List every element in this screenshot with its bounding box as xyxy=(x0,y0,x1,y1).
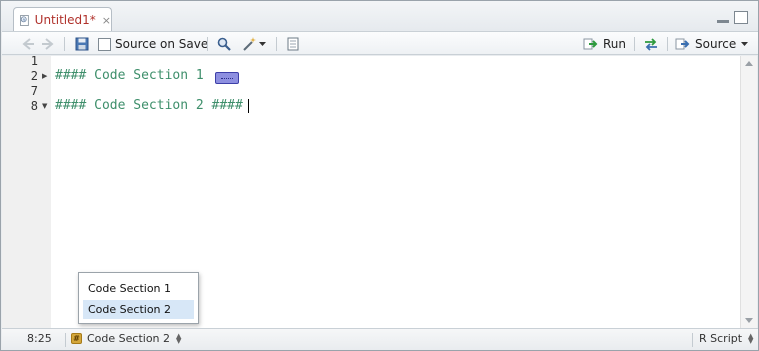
magnifier-icon xyxy=(217,37,231,51)
maximize-pane-button[interactable] xyxy=(734,11,748,24)
chevron-down-icon xyxy=(259,41,266,46)
code-line: #### Code Section 2 #### xyxy=(55,98,243,113)
toolbar-divider xyxy=(207,37,208,51)
run-label: Run xyxy=(603,37,627,51)
section-menu-item-selected[interactable]: Code Section 2 xyxy=(83,300,194,319)
run-button[interactable]: Run xyxy=(583,35,626,53)
line-number-gutter: 1 2 ▶ 7 8 ▼ xyxy=(2,54,51,328)
find-replace-button[interactable] xyxy=(216,35,232,53)
section-navigator[interactable]: # Code Section 2 ▲ ▼ xyxy=(71,332,181,345)
code-tools-button[interactable] xyxy=(241,35,266,53)
source-arrow-icon xyxy=(675,38,690,50)
cursor-position: 8:25 xyxy=(27,332,52,345)
line-number: 7 xyxy=(30,84,38,98)
file-type-label: R Script xyxy=(699,332,743,345)
arrow-left-icon xyxy=(22,38,34,50)
text-cursor xyxy=(248,99,249,113)
scroll-down-icon[interactable] xyxy=(745,318,753,323)
source-on-save-label: Source on Save xyxy=(115,37,209,51)
run-arrow-icon xyxy=(583,38,598,50)
magic-wand-icon xyxy=(243,37,256,51)
minimize-pane-button[interactable] xyxy=(716,11,730,24)
line-number: 2 xyxy=(30,69,38,83)
line-number: 1 xyxy=(30,54,38,68)
section-menu-item[interactable]: Code Section 1 xyxy=(83,279,194,298)
tab-bar: R Untitled1* × xyxy=(1,1,758,32)
status-bar: 8:25 # Code Section 2 ▲ ▼ R Script ▲ ▼ xyxy=(2,328,758,350)
status-divider xyxy=(692,333,693,347)
fold-expanded-icon[interactable]: ▼ xyxy=(42,102,47,110)
section-hash-icon: # xyxy=(71,333,82,344)
r-script-icon: R xyxy=(20,14,29,26)
toolbar-divider xyxy=(667,37,668,51)
forward-button[interactable] xyxy=(40,35,56,53)
source-on-save-toggle[interactable]: Source on Save xyxy=(98,35,208,53)
scroll-up-icon[interactable] xyxy=(745,61,753,66)
window-controls xyxy=(716,11,748,24)
up-down-arrows-icon: ▲ ▼ xyxy=(176,331,182,345)
code-line: #### Code Section 1 xyxy=(55,68,204,83)
tab-title: Untitled1* xyxy=(34,13,96,27)
chevron-down-icon xyxy=(741,41,748,46)
source-label: Source xyxy=(695,37,737,51)
back-button[interactable] xyxy=(20,35,36,53)
rerun-button[interactable] xyxy=(643,35,659,53)
toolbar-divider xyxy=(64,37,65,51)
folded-code-marker[interactable] xyxy=(215,72,239,84)
source-button[interactable]: Source xyxy=(675,35,736,53)
section-menu-popup: Code Section 1 Code Section 2 xyxy=(78,272,199,324)
source-editor-window: R Untitled1* × Source on Save Run Source… xyxy=(0,0,759,351)
rerun-icon xyxy=(645,38,657,51)
line-number: 8 xyxy=(30,99,38,113)
svg-text:R: R xyxy=(23,16,26,21)
fold-collapsed-icon[interactable]: ▶ xyxy=(42,72,47,80)
floppy-disk-icon xyxy=(75,37,89,51)
editor-toolbar: Source on Save Run Source xyxy=(2,31,758,55)
up-down-arrows-icon: ▲ ▼ xyxy=(748,331,754,345)
source-options-dropdown[interactable] xyxy=(741,35,748,53)
arrow-right-icon xyxy=(42,38,54,50)
toolbar-divider xyxy=(634,37,635,51)
status-divider xyxy=(65,333,66,347)
notebook-icon xyxy=(287,37,299,51)
save-button[interactable] xyxy=(74,35,90,53)
tab-untitled1[interactable]: R Untitled1* × xyxy=(13,7,112,32)
current-section-label: Code Section 2 xyxy=(87,332,171,345)
toolbar-divider xyxy=(276,37,277,51)
source-on-save-checkbox[interactable] xyxy=(98,37,111,51)
compile-report-button[interactable] xyxy=(285,35,301,53)
file-type-selector[interactable]: R Script ▲ ▼ xyxy=(699,332,753,345)
close-tab-icon[interactable]: × xyxy=(102,14,111,27)
vertical-scrollbar[interactable] xyxy=(740,56,757,328)
